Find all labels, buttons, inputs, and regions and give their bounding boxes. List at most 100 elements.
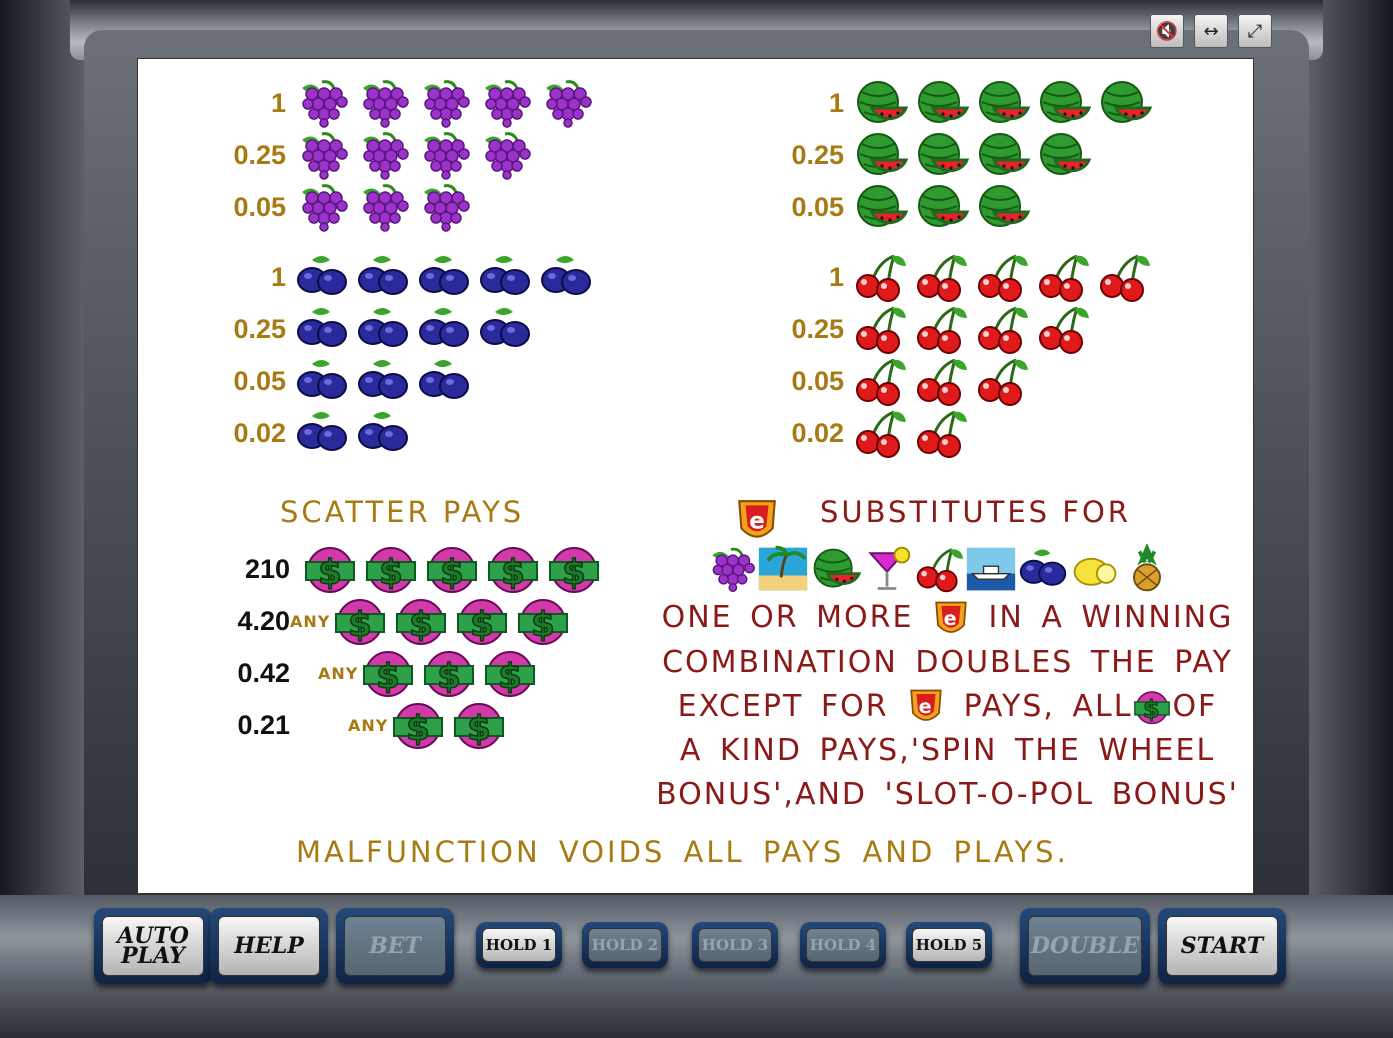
scatter-title: SCATTER PAYS [280, 495, 525, 529]
cherries-icon [855, 254, 908, 302]
dollar-scatter-icon [424, 651, 475, 698]
yacht-icon [966, 547, 1016, 591]
hold-5-button[interactable]: HOLD 5 [912, 928, 986, 962]
double-button[interactable]: DOUBLE [1028, 916, 1142, 976]
cherries-icon [1038, 254, 1091, 302]
hold1-shell: HOLD 1 [476, 922, 562, 968]
any-label: ANY [290, 611, 331, 631]
plums-icon [419, 307, 469, 347]
cherries-pay-row: 0.05 [754, 356, 1035, 406]
grapes-icon [422, 132, 471, 180]
grapes-icon [361, 132, 410, 180]
rule-line2: COMBINATION DOUBLES THE PAY [662, 644, 1233, 680]
cherries-icon [916, 358, 969, 406]
plums-icon [297, 307, 347, 347]
hold5-shell: HOLD 5 [906, 922, 992, 968]
dollar-scatter-icon [457, 599, 508, 646]
cherries-icon [916, 254, 969, 302]
pay-value: 1 [828, 261, 844, 292]
hold-4-button[interactable]: HOLD 4 [806, 928, 880, 962]
watermelon-icon [856, 132, 908, 176]
scatter-pay-row: 0.21 ANY [230, 700, 512, 750]
hold4-shell: HOLD 4 [800, 922, 886, 968]
grapes-icon [422, 184, 471, 232]
grapes-icon [483, 132, 532, 180]
cherries-icon [1099, 254, 1152, 302]
any-label: ANY [318, 663, 359, 683]
watermelon-icon [813, 548, 861, 589]
fullscreen-icon[interactable]: ⤢ [1238, 14, 1272, 48]
cherries-icon [916, 547, 965, 593]
dollar-scatter-icon [549, 547, 599, 594]
cherries-icon [977, 306, 1030, 354]
dollar-scatter-icon [305, 547, 355, 594]
bet-shell: BET [336, 908, 454, 984]
autoplay-button[interactable]: AUTO PLAY [102, 916, 204, 976]
grapes-pay-row: 0.05 [196, 182, 477, 232]
scatter-value: 0.42 [237, 657, 290, 688]
wild-inline-icon [910, 689, 942, 721]
cherries-icon [855, 410, 908, 458]
substitutes-title: SUBSTITUTES FOR [820, 495, 1131, 529]
pay-value: 0.25 [791, 139, 844, 170]
dollar-scatter-icon [518, 599, 569, 646]
plums-pay-row: 1 [196, 252, 599, 302]
plums-icon [419, 359, 469, 399]
plums-icon [358, 307, 408, 347]
watermelon-icon [978, 80, 1030, 124]
plum-icon [1019, 548, 1067, 586]
window-controls: 🔇 ↔ ⤢ [1150, 14, 1272, 48]
plums-icon [297, 359, 347, 399]
fit-width-icon[interactable]: ↔ [1194, 14, 1228, 48]
malfunction-notice: MALFUNCTION VOIDS ALL PAYS AND PLAYS. [296, 835, 1069, 869]
plums-pay-row: 0.02 [196, 408, 416, 458]
start-button[interactable]: START [1166, 916, 1278, 976]
dollar-scatter-icon [454, 703, 505, 750]
pay-value: 0.02 [233, 417, 286, 448]
rule-line1b: IN A WINNING [988, 600, 1234, 635]
wild-inline-icon [935, 601, 967, 633]
pay-value: 0.05 [233, 365, 286, 396]
grapes-icon [300, 80, 349, 128]
dollar-scatter-icon [363, 651, 414, 698]
dollar-scatter-icon [335, 599, 386, 646]
dollar-scatter-icon [393, 703, 444, 750]
plums-icon [297, 255, 347, 295]
help-shell: HELP [210, 908, 328, 984]
rule-line3b: PAYS, ALL [963, 688, 1133, 724]
scatter-pay-row: 4.20 ANY [230, 596, 576, 646]
bet-button[interactable]: BET [344, 916, 446, 976]
cherries-pay-row: 0.02 [754, 408, 974, 458]
scatter-pay-row: 0.42 ANY [230, 648, 543, 698]
hold-2-button[interactable]: HOLD 2 [588, 928, 662, 962]
scatter-value: 0.21 [237, 709, 290, 740]
pay-value: 0.05 [233, 191, 286, 222]
dollar-inline-icon [1134, 691, 1171, 725]
grapes-icon [711, 547, 756, 593]
plums-icon [358, 411, 408, 451]
dollar-scatter-icon [427, 547, 477, 594]
pay-value: 0.25 [233, 139, 286, 170]
watermelon-icon [1039, 80, 1091, 124]
cherries-icon [855, 358, 908, 406]
watermelon-icon [1100, 80, 1152, 124]
autoplay-shell: AUTO PLAY [94, 908, 212, 984]
dollar-scatter-icon [396, 599, 447, 646]
plums-icon [358, 255, 408, 295]
pay-value: 0.25 [233, 313, 286, 344]
cherries-icon [916, 306, 969, 354]
plums-icon [419, 255, 469, 295]
pay-value: 0.05 [791, 191, 844, 222]
plums-pay-row: 0.05 [196, 356, 477, 406]
hold-1-button[interactable]: HOLD 1 [482, 928, 556, 962]
scatter-value: 4.20 [237, 605, 290, 636]
cherries-icon [916, 410, 969, 458]
cherries-icon [1038, 306, 1091, 354]
help-button[interactable]: HELP [218, 916, 320, 976]
hold-3-button[interactable]: HOLD 3 [698, 928, 772, 962]
mute-icon[interactable]: 🔇 [1150, 14, 1184, 48]
scatter-pay-row: 210 [230, 544, 607, 594]
cherries-icon [977, 254, 1030, 302]
plums-pay-row: 0.25 [196, 304, 538, 354]
plums-icon [541, 255, 591, 295]
